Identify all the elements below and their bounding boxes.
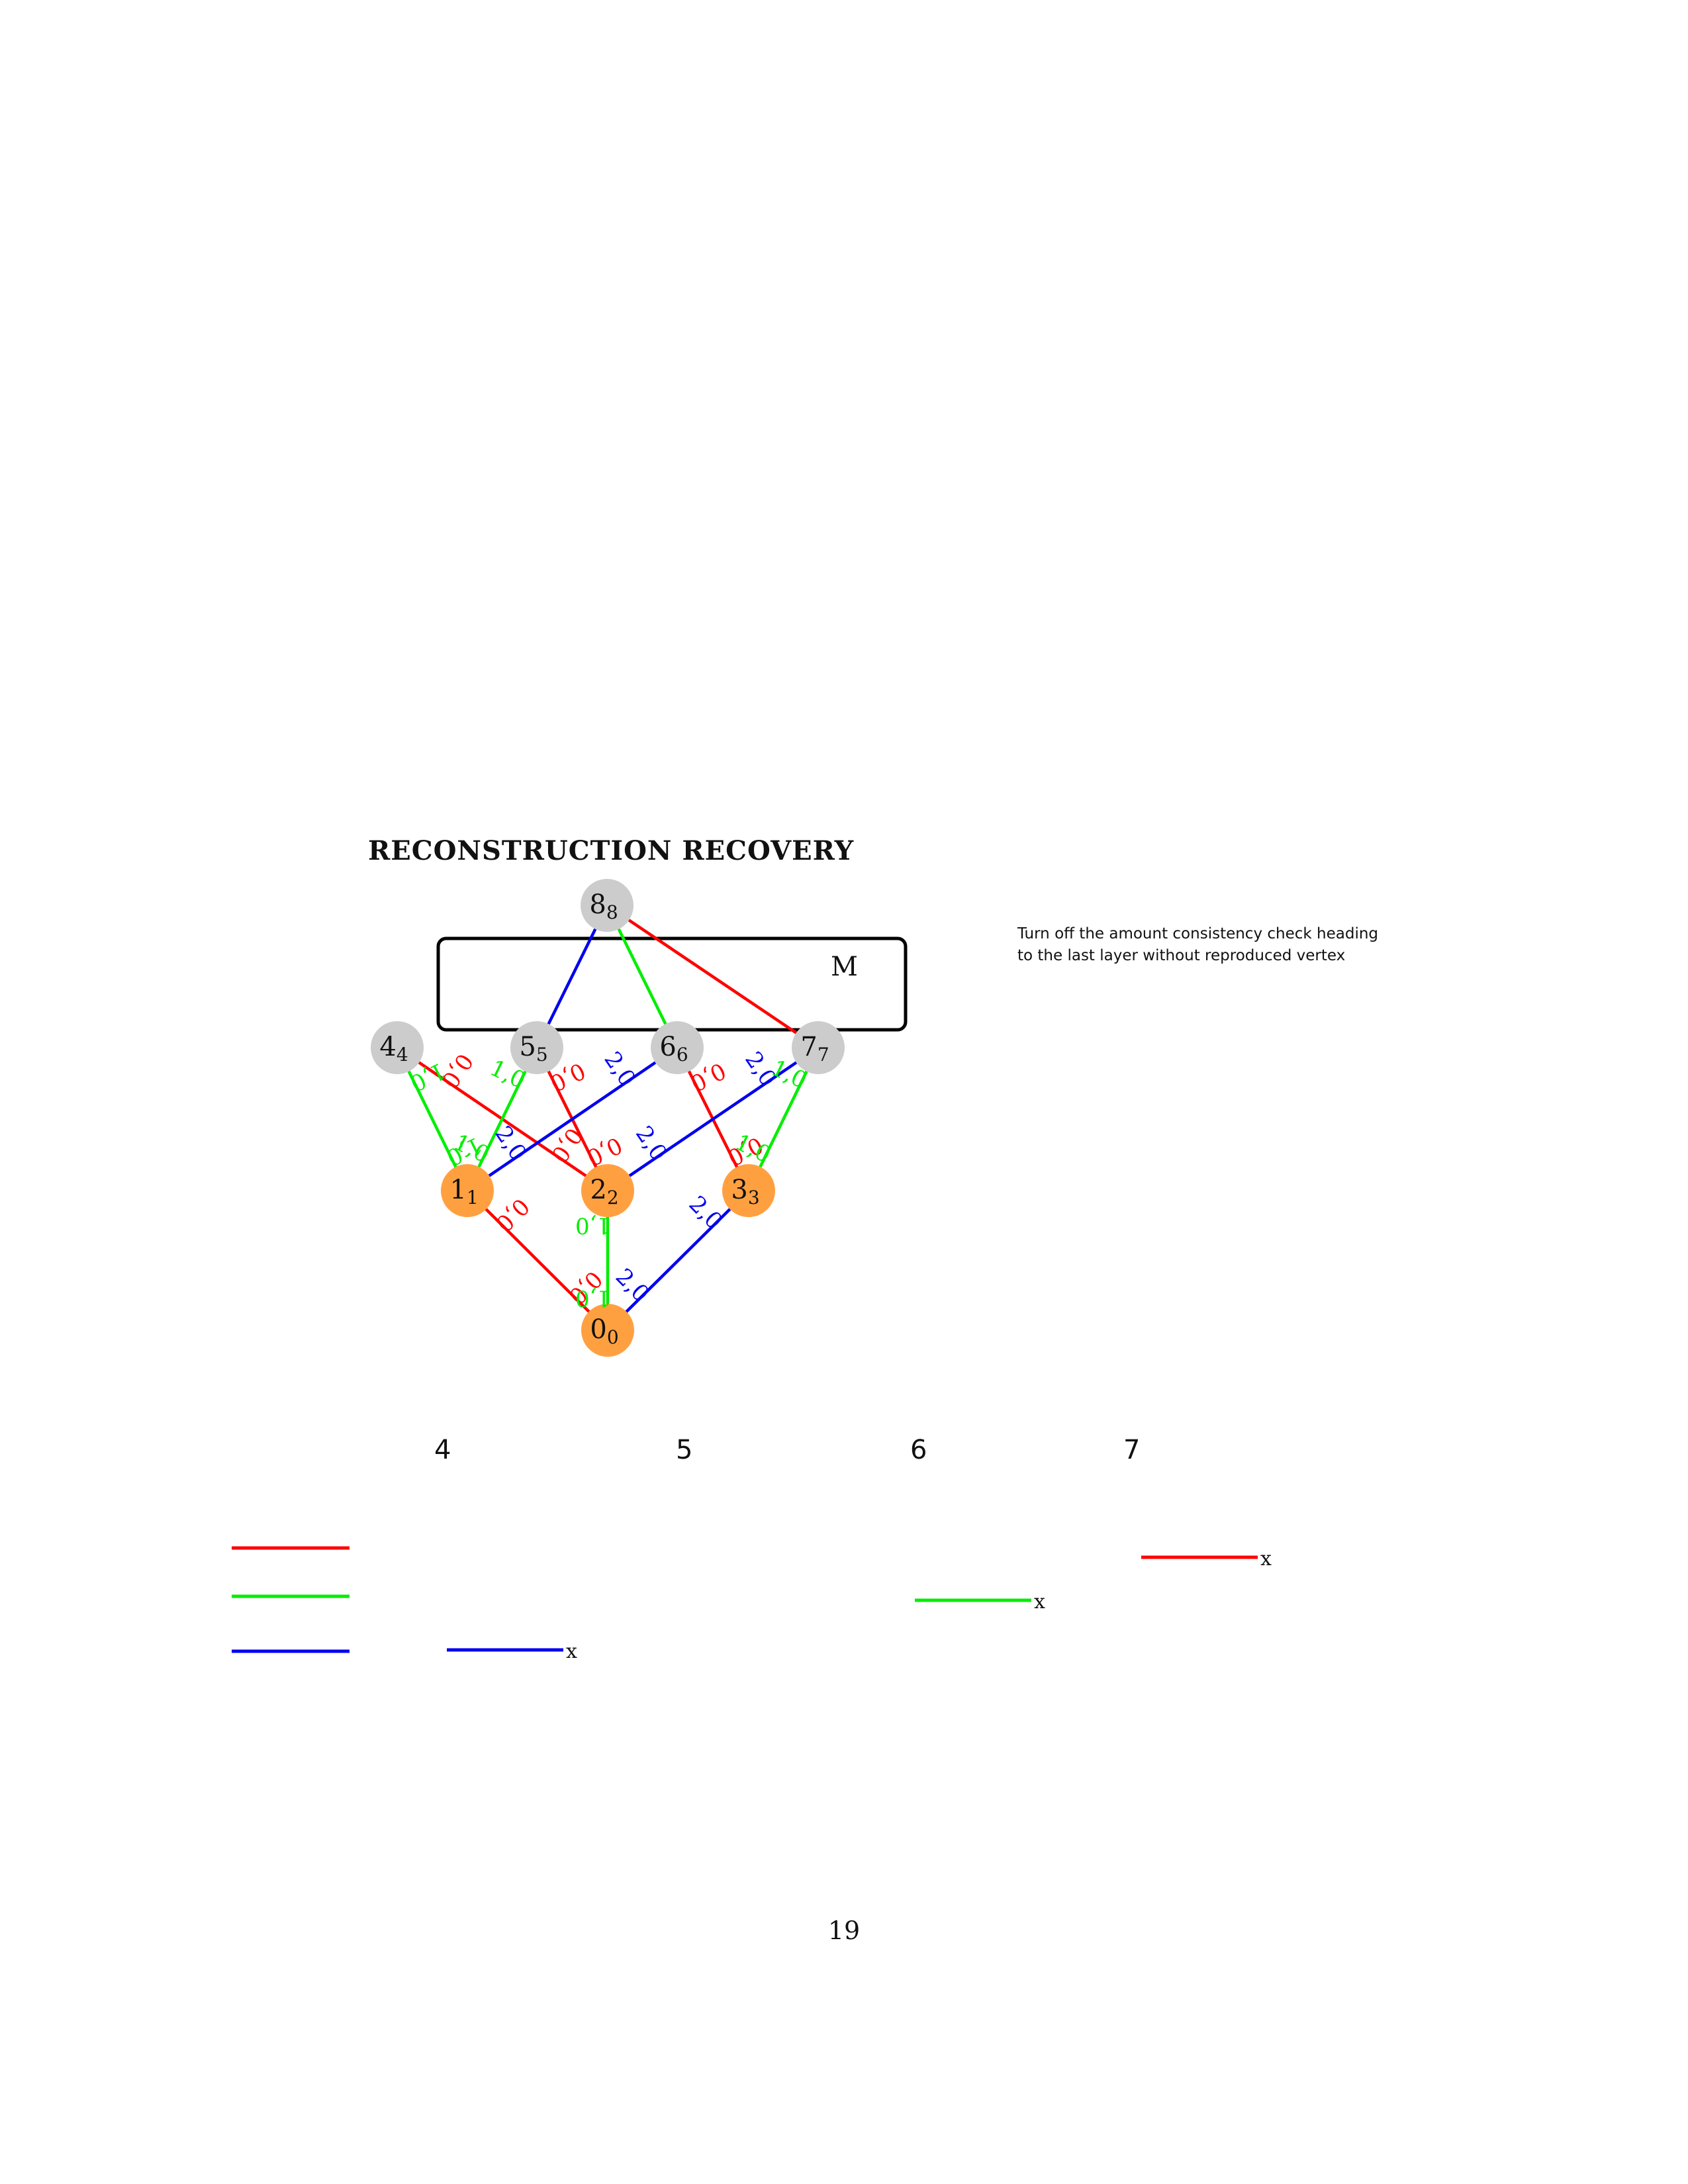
node-sub-3: 3	[748, 1187, 760, 1208]
node-sub-0: 0	[607, 1326, 619, 1348]
node-main-3: 3	[731, 1175, 747, 1205]
node-sub-5: 5	[536, 1044, 548, 1066]
edge-label-6-1-2: 2,0	[490, 1121, 532, 1165]
edge-label-1-0-1: 0,0	[491, 1193, 534, 1237]
node-1: 11	[441, 1164, 494, 1217]
edge-label-4-2-2: 0,0	[545, 1122, 587, 1167]
edge-label-6-1-1: 2,0	[598, 1047, 641, 1091]
node-8: 88	[581, 879, 633, 932]
group-box-label: M	[831, 952, 858, 982]
node-sub-2: 2	[607, 1187, 619, 1208]
mark-x-6: x	[1034, 1590, 1045, 1614]
column-label-6: 6	[910, 1435, 927, 1465]
mark-x-7: x	[1260, 1547, 1272, 1570]
node-4: 44	[371, 1021, 424, 1074]
node-main-5: 5	[519, 1032, 536, 1062]
column-label-7: 7	[1123, 1435, 1141, 1465]
node-main-7: 7	[800, 1032, 817, 1062]
mark-x-4: x	[566, 1640, 577, 1663]
node-main-8: 8	[589, 889, 606, 920]
group-box-layer: M	[436, 936, 908, 1032]
node-3: 33	[722, 1164, 775, 1217]
edge-label-3-0-2: 2,0	[610, 1263, 654, 1308]
graph-diagram: M 8844 55 66 7711 22 3300 1,01,00,00,01,01,00…	[232, 879, 1272, 1663]
edge-label-4-2-1: 0,0	[436, 1048, 478, 1093]
node-sub-8: 8	[606, 901, 618, 923]
legend-layer: x x x	[232, 1546, 1272, 1663]
node-sub-6: 6	[677, 1044, 688, 1066]
document-page: RECONSTRUCTION RECOVERY Turn off the amo…	[0, 0, 1688, 2184]
column-label-5: 5	[676, 1435, 693, 1465]
node-main-1: 1	[449, 1175, 466, 1205]
node-sub-4: 4	[397, 1044, 408, 1066]
edge-8-7	[606, 904, 820, 1049]
edge-label-3-0-1: 2,0	[684, 1191, 727, 1235]
page-number: 19	[827, 1916, 861, 1945]
edge-3-0	[606, 1189, 750, 1332]
edge-layer	[395, 904, 820, 1332]
column-label-4: 4	[434, 1435, 451, 1465]
node-sub-7: 7	[818, 1044, 829, 1066]
node-main-6: 6	[659, 1032, 676, 1062]
node-2: 22	[581, 1164, 634, 1217]
edge-label-7-2-2: 2,0	[630, 1121, 672, 1165]
edge-label-2-0-2: 1,0	[575, 1285, 611, 1311]
edge-label-2-0-1: 1,0	[575, 1212, 611, 1239]
node-main-0: 0	[590, 1314, 606, 1345]
node-main-4: 4	[379, 1032, 396, 1062]
node-6: 66	[651, 1021, 704, 1074]
edge-label-5-2-2: 0,0	[583, 1131, 626, 1171]
node-sub-1: 1	[467, 1187, 479, 1208]
node-main-2: 2	[590, 1175, 606, 1205]
